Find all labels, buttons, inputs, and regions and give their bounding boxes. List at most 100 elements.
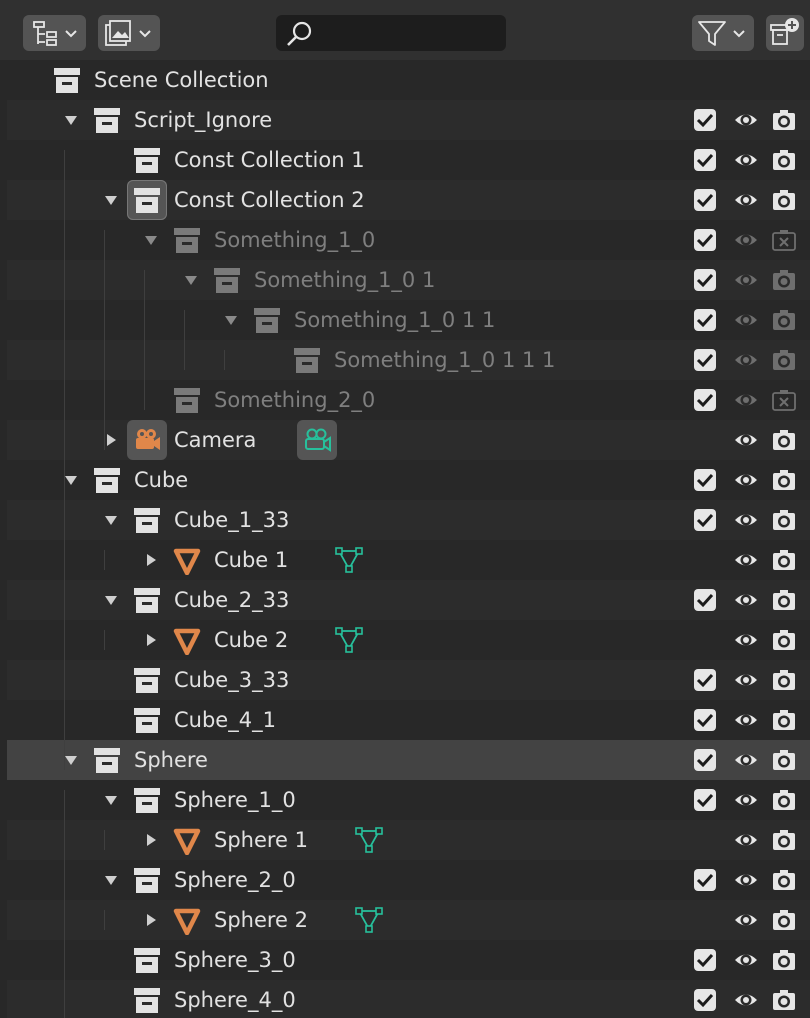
render-camera-icon[interactable]: [772, 308, 796, 332]
outliner-row[interactable]: Sphere 1: [7, 820, 810, 860]
exclude-checkbox[interactable]: [693, 228, 717, 252]
outliner-row[interactable]: Something_1_0 1: [7, 260, 810, 300]
outliner-row[interactable]: Sphere_3_0: [7, 940, 810, 980]
exclude-checkbox[interactable]: [693, 788, 717, 812]
render-camera-icon[interactable]: [772, 668, 796, 692]
filter-dropdown[interactable]: [692, 15, 754, 51]
eye-icon[interactable]: [734, 988, 758, 1012]
exclude-checkbox[interactable]: [693, 588, 717, 612]
exclude-checkbox[interactable]: [693, 708, 717, 732]
render-camera-icon[interactable]: [772, 468, 796, 492]
render-camera-icon[interactable]: [772, 748, 796, 772]
exclude-checkbox[interactable]: [693, 388, 717, 412]
expand-triangle-right-icon[interactable]: [142, 551, 160, 569]
exclude-checkbox[interactable]: [693, 668, 717, 692]
eye-icon[interactable]: [734, 708, 758, 732]
render-camera-icon[interactable]: [772, 788, 796, 812]
expand-triangle-down-icon[interactable]: [102, 591, 120, 609]
outliner-row[interactable]: Cube_2_33: [7, 580, 810, 620]
expand-triangle-down-icon[interactable]: [222, 311, 240, 329]
exclude-checkbox[interactable]: [693, 108, 717, 132]
outliner-row[interactable]: Sphere_4_0: [7, 980, 810, 1018]
search-field[interactable]: [276, 15, 506, 51]
eye-icon[interactable]: [734, 748, 758, 772]
expand-triangle-down-icon[interactable]: [102, 791, 120, 809]
mesh-data-icon[interactable]: [334, 545, 364, 575]
outliner-row[interactable]: Something_1_0: [7, 220, 810, 260]
render-camera-icon[interactable]: [772, 508, 796, 532]
filter-type-dropdown[interactable]: [98, 15, 160, 51]
exclude-checkbox[interactable]: [693, 948, 717, 972]
eye-icon[interactable]: [734, 468, 758, 492]
render-camera-icon[interactable]: [772, 988, 796, 1012]
outliner-row[interactable]: Scene Collection: [7, 60, 810, 100]
render-camera-icon[interactable]: [772, 828, 796, 852]
exclude-checkbox[interactable]: [693, 148, 717, 172]
render-camera-icon[interactable]: [772, 548, 796, 572]
outliner-row[interactable]: Sphere_1_0: [7, 780, 810, 820]
render-camera-icon[interactable]: [772, 268, 796, 292]
exclude-checkbox[interactable]: [693, 308, 717, 332]
render-camera-icon[interactable]: [772, 628, 796, 652]
render-camera-icon[interactable]: [772, 588, 796, 612]
outliner-row[interactable]: Something_1_0 1 1: [7, 300, 810, 340]
expand-triangle-down-icon[interactable]: [142, 231, 160, 249]
new-collection-button[interactable]: [766, 15, 804, 51]
mesh-data-icon[interactable]: [354, 825, 384, 855]
eye-icon[interactable]: [734, 628, 758, 652]
exclude-checkbox[interactable]: [693, 988, 717, 1012]
outliner-row[interactable]: Cube_3_33: [7, 660, 810, 700]
outliner-row[interactable]: Cube 1: [7, 540, 810, 580]
eye-icon[interactable]: [734, 388, 758, 412]
render-disabled-icon[interactable]: [772, 388, 796, 412]
outliner-row[interactable]: Sphere_2_0: [7, 860, 810, 900]
render-camera-icon[interactable]: [772, 908, 796, 932]
render-camera-icon[interactable]: [772, 188, 796, 212]
eye-icon[interactable]: [734, 948, 758, 972]
eye-icon[interactable]: [734, 428, 758, 452]
outliner-row[interactable]: Cube_4_1: [7, 700, 810, 740]
outliner-row[interactable]: Sphere: [7, 740, 810, 780]
outliner-row[interactable]: Something_1_0 1 1 1: [7, 340, 810, 380]
outliner-row[interactable]: Script_Ignore: [7, 100, 810, 140]
exclude-checkbox[interactable]: [693, 468, 717, 492]
eye-icon[interactable]: [734, 908, 758, 932]
exclude-checkbox[interactable]: [693, 348, 717, 372]
render-camera-icon[interactable]: [772, 108, 796, 132]
outliner-row[interactable]: Something_2_0: [7, 380, 810, 420]
outliner-row[interactable]: Sphere 2: [7, 900, 810, 940]
exclude-checkbox[interactable]: [693, 868, 717, 892]
exclude-checkbox[interactable]: [693, 188, 717, 212]
render-camera-icon[interactable]: [772, 348, 796, 372]
eye-icon[interactable]: [734, 828, 758, 852]
render-camera-icon[interactable]: [772, 948, 796, 972]
mesh-data-icon[interactable]: [334, 625, 364, 655]
expand-triangle-down-icon[interactable]: [102, 871, 120, 889]
render-camera-icon[interactable]: [772, 868, 796, 892]
outliner-row[interactable]: Const Collection 1: [7, 140, 810, 180]
eye-icon[interactable]: [734, 788, 758, 812]
expand-triangle-down-icon[interactable]: [62, 111, 80, 129]
exclude-checkbox[interactable]: [693, 748, 717, 772]
expand-triangle-right-icon[interactable]: [142, 631, 160, 649]
render-camera-icon[interactable]: [772, 708, 796, 732]
expand-triangle-right-icon[interactable]: [142, 911, 160, 929]
camera-data-icon[interactable]: [297, 420, 337, 460]
render-disabled-icon[interactable]: [772, 228, 796, 252]
expand-triangle-down-icon[interactable]: [102, 511, 120, 529]
eye-icon[interactable]: [734, 508, 758, 532]
expand-triangle-right-icon[interactable]: [142, 831, 160, 849]
eye-icon[interactable]: [734, 868, 758, 892]
eye-icon[interactable]: [734, 268, 758, 292]
eye-icon[interactable]: [734, 148, 758, 172]
outliner-row[interactable]: Cube: [7, 460, 810, 500]
render-camera-icon[interactable]: [772, 148, 796, 172]
eye-icon[interactable]: [734, 588, 758, 612]
outliner-row[interactable]: Cube_1_33: [7, 500, 810, 540]
eye-icon[interactable]: [734, 308, 758, 332]
eye-icon[interactable]: [734, 188, 758, 212]
eye-icon[interactable]: [734, 228, 758, 252]
eye-icon[interactable]: [734, 548, 758, 572]
mesh-data-icon[interactable]: [354, 905, 384, 935]
eye-icon[interactable]: [734, 108, 758, 132]
